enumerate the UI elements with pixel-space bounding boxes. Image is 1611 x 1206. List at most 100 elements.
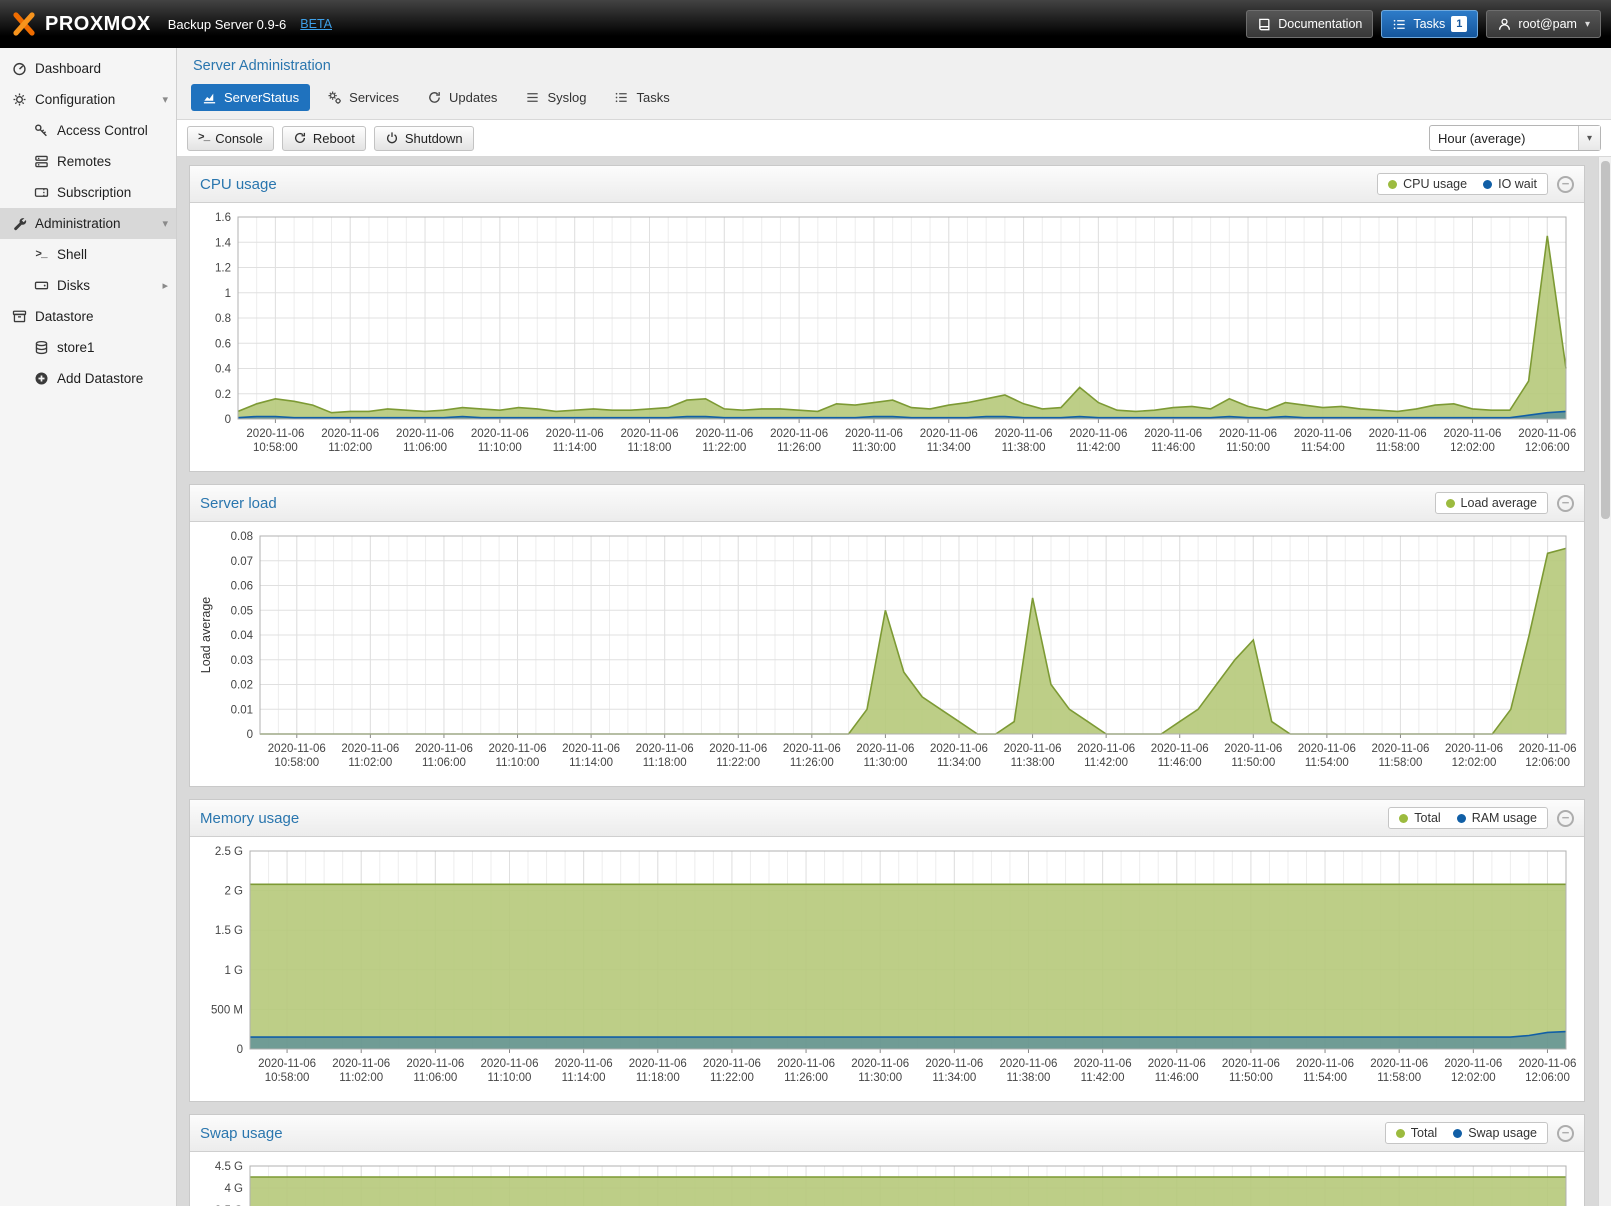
svg-text:11:34:00: 11:34:00 — [932, 1072, 976, 1084]
svg-text:11:46:00: 11:46:00 — [1158, 757, 1202, 769]
panel-header: CPU usage CPU usage IO wait − — [190, 166, 1584, 203]
tasks-count-badge: 1 — [1451, 16, 1467, 32]
tasks-button[interactable]: Tasks 1 — [1381, 10, 1478, 38]
shutdown-label: Shutdown — [405, 131, 463, 146]
tab-label: Updates — [449, 90, 497, 105]
tasks-label: Tasks — [1413, 17, 1445, 31]
user-label: root@pam — [1518, 17, 1577, 31]
sidebar-item-add-datastore[interactable]: Add Datastore — [0, 363, 176, 394]
svg-text:11:26:00: 11:26:00 — [784, 1072, 828, 1084]
beta-link[interactable]: BETA — [300, 17, 332, 31]
ticket-icon — [32, 185, 50, 200]
svg-text:11:14:00: 11:14:00 — [553, 442, 597, 454]
user-menu-button[interactable]: root@pam ▾ — [1486, 10, 1601, 38]
sidebar-item-access-control[interactable]: Access Control — [0, 115, 176, 146]
legend-item: RAM usage — [1457, 811, 1537, 825]
shutdown-button[interactable]: Shutdown — [374, 126, 474, 151]
tab-label: Tasks — [636, 90, 669, 105]
sidebar-nav: Dashboard Configuration ▾ Access Control… — [0, 48, 177, 1206]
svg-text:2020-11-06: 2020-11-06 — [1443, 428, 1501, 440]
svg-text:12:02:00: 12:02:00 — [1451, 1072, 1496, 1084]
tab-services[interactable]: Services — [316, 84, 410, 111]
svg-text:2020-11-06: 2020-11-06 — [930, 743, 988, 755]
tab-updates[interactable]: Updates — [416, 84, 508, 111]
svg-text:0.08: 0.08 — [231, 531, 253, 543]
sidebar-item-remotes[interactable]: Remotes — [0, 146, 176, 177]
brand-name: PROXMOX — [45, 13, 151, 36]
svg-text:2020-11-06: 2020-11-06 — [1224, 743, 1282, 755]
chevron-down-icon: ▾ — [162, 217, 168, 230]
reboot-button[interactable]: Reboot — [282, 126, 366, 151]
svg-text:2020-11-06: 2020-11-06 — [406, 1058, 464, 1070]
svg-text:2020-11-06: 2020-11-06 — [1004, 743, 1062, 755]
svg-text:11:50:00: 11:50:00 — [1229, 1072, 1273, 1084]
svg-text:1 G: 1 G — [224, 965, 243, 977]
svg-text:2020-11-06: 2020-11-06 — [396, 428, 454, 440]
collapse-panel-button[interactable]: − — [1557, 1125, 1574, 1142]
svg-text:2020-11-06: 2020-11-06 — [1518, 428, 1576, 440]
svg-text:2020-11-06: 2020-11-06 — [1069, 428, 1127, 440]
tab-serverstatus[interactable]: ServerStatus — [191, 84, 310, 111]
sidebar-item-dashboard[interactable]: Dashboard — [0, 53, 176, 84]
scrollbar-thumb[interactable] — [1601, 161, 1610, 519]
svg-text:2020-11-06: 2020-11-06 — [321, 428, 379, 440]
time-range-select[interactable]: Hour (average) ▾ — [1429, 125, 1601, 151]
collapse-panel-button[interactable]: − — [1557, 176, 1574, 193]
database-icon — [32, 340, 50, 355]
sidebar-item-label: Configuration — [35, 92, 115, 107]
svg-text:11:18:00: 11:18:00 — [636, 1072, 680, 1084]
sidebar-item-datastore[interactable]: Datastore — [0, 301, 176, 332]
server-toolbar: >_ Console Reboot Shutdown Hour (average… — [177, 119, 1611, 157]
sidebar-item-label: Remotes — [57, 154, 111, 169]
memory-usage-chart: 0500 M1 G1.5 G2 G2.5 G2020-11-0610:58:00… — [196, 843, 1578, 1095]
svg-text:11:38:00: 11:38:00 — [1002, 442, 1046, 454]
svg-text:12:06:00: 12:06:00 — [1525, 757, 1570, 769]
svg-text:12:02:00: 12:02:00 — [1450, 442, 1495, 454]
legend-item: IO wait — [1483, 177, 1537, 191]
svg-text:10:58:00: 10:58:00 — [274, 757, 319, 769]
collapse-panel-button[interactable]: − — [1557, 810, 1574, 827]
svg-text:11:02:00: 11:02:00 — [348, 757, 392, 769]
sidebar-item-administration[interactable]: Administration ▾ — [0, 208, 176, 239]
reboot-icon — [293, 131, 307, 145]
sidebar-item-label: Add Datastore — [57, 371, 143, 386]
documentation-button[interactable]: Documentation — [1246, 10, 1373, 38]
svg-text:2020-11-06: 2020-11-06 — [332, 1058, 390, 1070]
svg-text:11:54:00: 11:54:00 — [1305, 757, 1349, 769]
console-button[interactable]: >_ Console — [187, 126, 274, 151]
svg-text:4 G: 4 G — [224, 1183, 243, 1195]
sidebar-item-label: Datastore — [35, 309, 94, 324]
panel-body: 0500 M1 G1.5 G2 G2.5 G3 G3.5 G4 G4.5 G20… — [190, 1152, 1584, 1206]
documentation-label: Documentation — [1278, 17, 1362, 31]
legend-item: Load average — [1446, 496, 1537, 510]
swap-usage-chart: 0500 M1 G1.5 G2 G2.5 G3 G3.5 G4 G4.5 G20… — [196, 1158, 1578, 1206]
svg-text:0.8: 0.8 — [215, 313, 231, 325]
sidebar-item-disks[interactable]: Disks ▸ — [0, 270, 176, 301]
chevron-down-icon: ▾ — [162, 93, 168, 106]
legend-item: CPU usage — [1388, 177, 1467, 191]
svg-text:2020-11-06: 2020-11-06 — [995, 428, 1053, 440]
svg-text:12:06:00: 12:06:00 — [1525, 442, 1570, 454]
gauge-icon — [10, 61, 28, 76]
svg-text:2020-11-06: 2020-11-06 — [1222, 1058, 1280, 1070]
vertical-scrollbar[interactable] — [1598, 157, 1611, 1206]
collapse-panel-button[interactable]: − — [1557, 495, 1574, 512]
tab-tasks[interactable]: Tasks — [603, 84, 680, 111]
svg-text:11:02:00: 11:02:00 — [328, 442, 372, 454]
svg-text:12:06:00: 12:06:00 — [1525, 1072, 1570, 1084]
svg-text:2020-11-06: 2020-11-06 — [1518, 1058, 1576, 1070]
cpu-usage-panel: CPU usage CPU usage IO wait − 00.20.40.6… — [189, 165, 1585, 472]
sidebar-item-configuration[interactable]: Configuration ▾ — [0, 84, 176, 115]
chart-legend: CPU usage IO wait — [1377, 173, 1548, 195]
svg-text:10:58:00: 10:58:00 — [265, 1072, 310, 1084]
svg-text:2020-11-06: 2020-11-06 — [471, 428, 529, 440]
header-actions: Documentation Tasks 1 root@pam ▾ — [1246, 10, 1601, 38]
proxmox-logo-icon — [10, 12, 38, 36]
sidebar-item-shell[interactable]: >_ Shell — [0, 239, 176, 270]
tab-syslog[interactable]: Syslog — [514, 84, 597, 111]
svg-text:11:10:00: 11:10:00 — [496, 757, 540, 769]
sidebar-item-store1[interactable]: store1 — [0, 332, 176, 363]
sidebar-item-subscription[interactable]: Subscription — [0, 177, 176, 208]
gear-icon — [10, 92, 28, 107]
book-icon — [1257, 17, 1272, 32]
